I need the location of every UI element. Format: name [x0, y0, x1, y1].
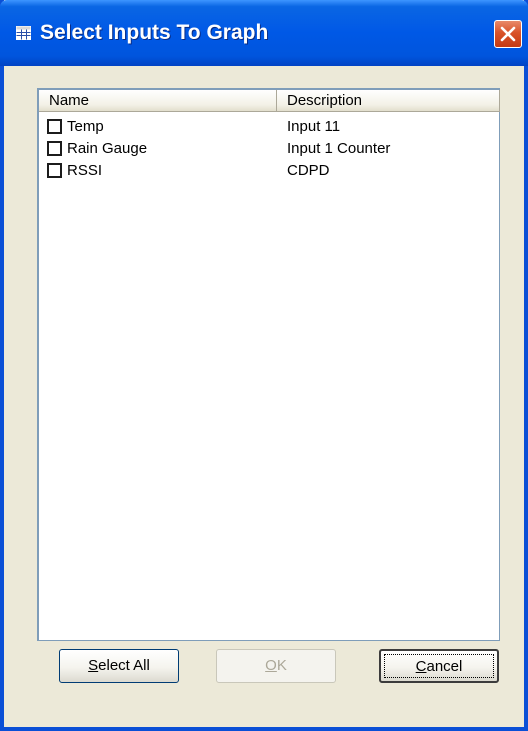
label-rest: elect All — [98, 657, 150, 674]
cancel-button[interactable]: Cancel — [379, 649, 499, 683]
close-button[interactable] — [494, 20, 522, 48]
ok-button[interactable]: OK — [216, 649, 336, 683]
close-icon — [500, 26, 516, 42]
row-name: Rain Gauge — [67, 140, 148, 157]
column-header-name[interactable]: Name — [39, 90, 277, 112]
title-bar[interactable]: Select Inputs To Graph — [0, 0, 528, 66]
dialog-window: Select Inputs To Graph Name Description … — [0, 0, 528, 731]
label-rest: ancel — [426, 658, 463, 675]
row-description: Input 1 Counter — [287, 140, 391, 157]
label-rest: K — [276, 657, 287, 674]
table-icon — [16, 26, 31, 40]
list-row-rssi[interactable]: RSSI CDPD — [39, 160, 500, 182]
checkbox-temp[interactable] — [47, 119, 62, 134]
mnemonic: S — [88, 657, 99, 674]
list-header: Name Description — [39, 90, 500, 112]
column-header-description[interactable]: Description — [277, 90, 500, 112]
row-name: RSSI — [67, 162, 103, 179]
window-title: Select Inputs To Graph — [40, 21, 269, 44]
checkbox-rain-gauge[interactable] — [47, 141, 62, 156]
mnemonic: O — [265, 657, 277, 674]
row-name: Temp — [67, 118, 104, 135]
list-row-rain-gauge[interactable]: Rain Gauge Input 1 Counter — [39, 138, 500, 160]
list-row-temp[interactable]: Temp Input 11 — [39, 116, 500, 138]
ok-label: OK — [265, 657, 287, 674]
cancel-label: Cancel — [416, 658, 463, 675]
select-all-button[interactable]: Select All — [59, 649, 179, 683]
mnemonic: C — [415, 658, 427, 675]
inputs-list[interactable]: Name Description Temp Input 11 Rain Gaug… — [37, 88, 500, 641]
row-description: CDPD — [287, 162, 330, 179]
checkbox-rssi[interactable] — [47, 163, 62, 178]
select-all-label: Select All — [88, 657, 150, 674]
row-description: Input 11 — [287, 118, 341, 135]
